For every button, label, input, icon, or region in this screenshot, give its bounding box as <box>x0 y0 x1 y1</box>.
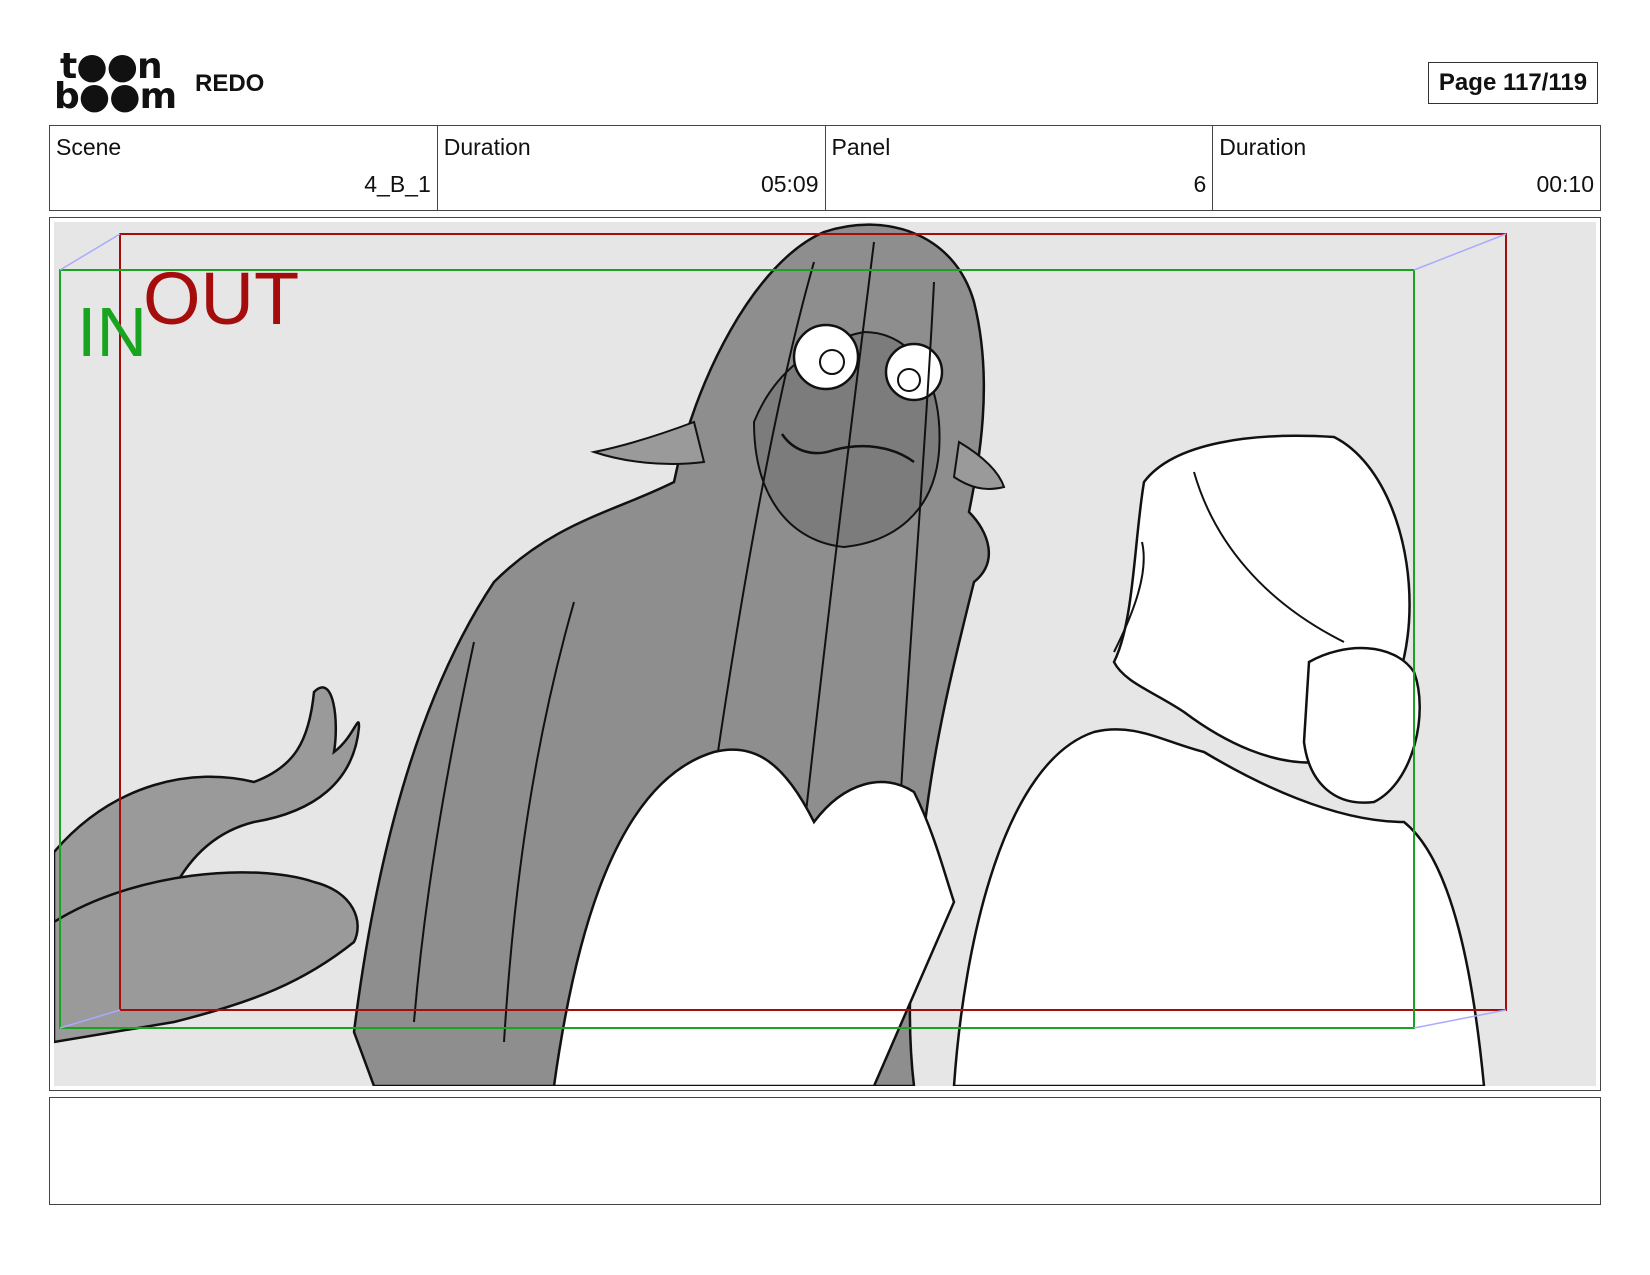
panel-drawing <box>54 222 1596 1086</box>
scene-label: Scene <box>56 134 122 160</box>
panel-value: 6 <box>1193 171 1207 197</box>
scene-duration-cell: Duration 05:09 <box>438 126 826 210</box>
scene-cell: Scene 4_B_1 <box>50 126 438 210</box>
notes-box[interactable] <box>49 1097 1601 1205</box>
toonboom-logo: t●●n b●●m <box>52 49 177 116</box>
panel-duration-value: 00:10 <box>1536 171 1594 197</box>
project-title: REDO <box>195 70 265 97</box>
out-label: OUT <box>143 257 300 340</box>
scene-duration-label: Duration <box>443 134 531 160</box>
panel-duration-label: Duration <box>1219 134 1307 160</box>
panel-label: Panel <box>831 134 891 160</box>
scene-duration-value: 05:09 <box>760 171 819 197</box>
logo-text-bottom: b●●m <box>54 76 177 117</box>
info-table: Scene 4_B_1 Duration 05:09 Panel 6 Durat… <box>49 125 1601 211</box>
in-label: IN <box>77 293 147 371</box>
page-number: Page 117/119 <box>1428 62 1598 104</box>
scene-value: 4_B_1 <box>364 171 431 197</box>
panel-cell: Panel 6 <box>826 126 1214 210</box>
panel-duration-cell: Duration 00:10 <box>1213 126 1600 210</box>
storyboard-panel <box>49 217 1601 1091</box>
